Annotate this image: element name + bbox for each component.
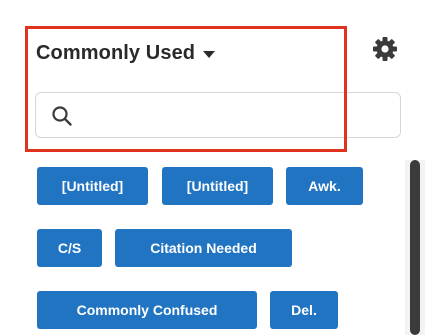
tag-button-del[interactable]: Del.: [270, 291, 338, 329]
category-dropdown[interactable]: Commonly Used: [36, 38, 216, 68]
settings-button[interactable]: [370, 34, 400, 64]
category-dropdown-label: Commonly Used: [36, 41, 196, 64]
search-input[interactable]: [82, 101, 386, 131]
comment-bank-panel: Commonly Used [Untitled] [Untitled] Awk.…: [0, 0, 425, 335]
gear-icon: [373, 37, 397, 61]
scrollbar-thumb[interactable]: [410, 160, 420, 335]
tag-button-cs[interactable]: C/S: [37, 229, 102, 267]
search-icon: [52, 106, 72, 126]
search-field[interactable]: [35, 92, 401, 138]
tag-button-untitled-1[interactable]: [Untitled]: [37, 167, 148, 205]
tag-button-untitled-2[interactable]: [Untitled]: [162, 167, 273, 205]
tag-button-awk[interactable]: Awk.: [286, 167, 363, 205]
tag-button-commonly-confused[interactable]: Commonly Confused: [37, 291, 257, 329]
tag-button-citation-needed[interactable]: Citation Needed: [115, 229, 292, 267]
caret-down-icon: [203, 50, 216, 58]
